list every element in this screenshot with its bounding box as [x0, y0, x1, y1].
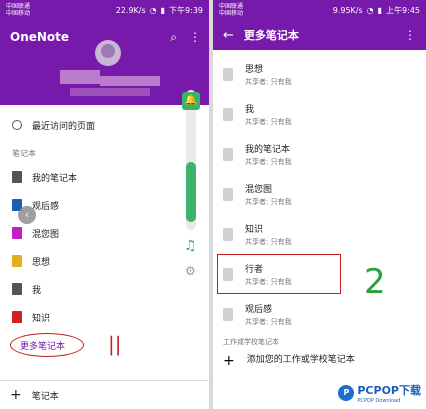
gear-icon[interactable]: ⚙	[185, 264, 196, 278]
notebook-label: 我	[32, 285, 42, 296]
toolbar: ← 更多笔记本 ⋮	[213, 20, 426, 50]
notebook-label: 观后感	[32, 201, 60, 212]
app-title: OneNote	[10, 30, 70, 44]
notebook-list: 我的笔记本观后感混您图思想我知识	[0, 163, 209, 331]
notebook-label: 思想	[32, 257, 51, 268]
notebook-item[interactable]: 观后感共享者: 只有我	[213, 294, 426, 334]
network-speed: 9.95K/s	[332, 5, 363, 15]
pcpop-logo-icon: P	[338, 385, 355, 401]
notebook-icon	[12, 283, 22, 295]
notebook-item[interactable]: 思想	[0, 247, 209, 275]
shared-by-label: 共享者: 只有我	[245, 197, 292, 206]
notebook-label: 我的笔记本	[32, 173, 78, 184]
notebook-label: 混您图	[245, 184, 273, 195]
notebook-icon	[223, 147, 233, 161]
page-title: 更多笔记本	[243, 29, 299, 42]
section-header: 工作或学校笔记本	[223, 338, 279, 346]
highlight-box	[217, 254, 341, 294]
notebook-item[interactable]: 我	[0, 275, 209, 303]
notebook-item[interactable]: 我共享者: 只有我	[213, 94, 426, 134]
left-screenshot: 中国联通 中国移动 22.9K/s ◔ ▮ 下午9:39 OneNote ⌕ ⋮	[0, 0, 209, 409]
notebook-label: 知识	[32, 313, 51, 324]
notebook-icon	[223, 187, 233, 201]
notebook-item[interactable]: 知识	[0, 303, 209, 331]
status-time: 下午9:39	[169, 5, 203, 15]
carrier-label: 中国联通	[6, 3, 31, 10]
status-bar: 中国联通 中国移动 9.95K/s ◔ ▮ 上午9:45	[213, 0, 426, 20]
add-notebook-button[interactable]: + 笔记本	[0, 380, 209, 409]
battery-icon: ▮	[160, 5, 166, 15]
notebook-icon	[12, 227, 22, 239]
right-screenshot: 中国联通 中国移动 9.95K/s ◔ ▮ 上午9:45 ← 更多笔记本 ⋮ 思…	[213, 0, 426, 409]
blurred-pixels	[100, 76, 160, 86]
drawer-body: 最近访问的页面 笔记本 我的笔记本 观后感 混您图 思想我知识 更多笔记本	[0, 105, 209, 359]
back-arrow-icon[interactable]: ‹	[18, 206, 36, 224]
handwritten-annotation-2: 2	[364, 262, 386, 302]
notebook-label: 知识	[245, 224, 264, 235]
shared-by-label: 共享者: 只有我	[245, 117, 292, 126]
notebook-label: 思想	[245, 64, 264, 75]
wifi-icon: ◔	[366, 5, 374, 15]
search-icon[interactable]: ⌕	[170, 30, 177, 45]
scrollbar-thumb[interactable]	[186, 162, 196, 222]
watermark-brand: PCPOP下载	[357, 384, 421, 397]
bell-icon[interactable]: 🔔	[182, 92, 200, 110]
handwritten-annotation-1: ||	[108, 332, 122, 356]
more-options-icon[interactable]: ⋮	[189, 30, 201, 45]
notebook-item[interactable]: 知识共享者: 只有我	[213, 214, 426, 254]
notebook-item[interactable]: 混您图	[0, 219, 209, 247]
carrier-label: 中国联通	[219, 3, 244, 10]
notebook-item[interactable]: 思想共享者: 只有我	[213, 54, 426, 94]
back-arrow-icon[interactable]: ←	[223, 28, 234, 43]
add-work-notebook-button[interactable]: + 添加您的工作或学校笔记本	[213, 350, 426, 368]
music-note-icon[interactable]: ♫	[184, 238, 197, 254]
shared-by-label: 共享者: 只有我	[245, 237, 292, 246]
scrollbar[interactable]	[186, 90, 196, 230]
carrier-label: 中国移动	[219, 10, 244, 17]
clock-icon	[12, 120, 22, 130]
more-notebooks-list: 思想 共享者: 只有我我共享者: 只有我 我的笔记本 共享者: 只有我 混您图 共享者: …	[213, 50, 426, 334]
notebook-item[interactable]: 混您图共享者: 只有我	[213, 174, 426, 214]
notebook-icon	[223, 307, 233, 321]
more-options-icon[interactable]: ⋮	[404, 28, 416, 42]
notebook-label: 混您图	[32, 229, 60, 240]
notebook-item[interactable]: 行者 共享者: 只有我	[213, 254, 426, 294]
notebook-item[interactable]: 我的笔记本	[0, 163, 209, 191]
notebook-icon	[12, 171, 22, 183]
wifi-icon: ◔	[149, 5, 157, 15]
left-top-area: 中国联通 中国移动 22.9K/s ◔ ▮ 下午9:39 OneNote ⌕ ⋮	[0, 0, 209, 105]
blurred-pixels	[60, 70, 100, 84]
shared-by-label: 共享者: 只有我	[245, 157, 292, 166]
shared-by-label: 共享者: 只有我	[245, 317, 292, 326]
notebook-icon	[223, 227, 233, 241]
notebook-label: 我的笔记本	[245, 144, 291, 155]
notebook-icon	[12, 255, 22, 267]
carrier-label: 中国移动	[6, 10, 31, 17]
status-time: 上午9:45	[386, 5, 420, 15]
section-header: 笔记本	[12, 149, 36, 158]
notebook-label: 我	[245, 104, 255, 115]
right-top-area: 中国联通 中国移动 9.95K/s ◔ ▮ 上午9:45 ← 更多笔记本 ⋮	[213, 0, 426, 50]
plus-icon: +	[10, 387, 22, 403]
notebook-icon	[223, 107, 233, 121]
blurred-pixels	[70, 88, 150, 96]
watermark: P PCPOP下载 PCPOP Download	[335, 381, 424, 405]
network-speed: 22.9K/s	[115, 5, 146, 15]
battery-icon: ▮	[377, 5, 383, 15]
shared-by-label: 共享者: 只有我	[245, 77, 292, 86]
avatar[interactable]	[95, 40, 121, 66]
notebook-label: 观后感	[245, 304, 273, 315]
plus-icon: +	[223, 353, 235, 369]
recent-pages-item[interactable]: 最近访问的页面	[0, 111, 209, 139]
watermark-sub: PCPOP Download	[357, 398, 401, 404]
status-bar: 中国联通 中国移动 22.9K/s ◔ ▮ 下午9:39	[0, 0, 209, 20]
notebook-icon	[223, 67, 233, 81]
drawer-header: OneNote ⌕ ⋮	[0, 20, 209, 105]
notebook-item[interactable]: 我的笔记本共享者: 只有我	[213, 134, 426, 174]
notebook-icon	[12, 311, 22, 323]
